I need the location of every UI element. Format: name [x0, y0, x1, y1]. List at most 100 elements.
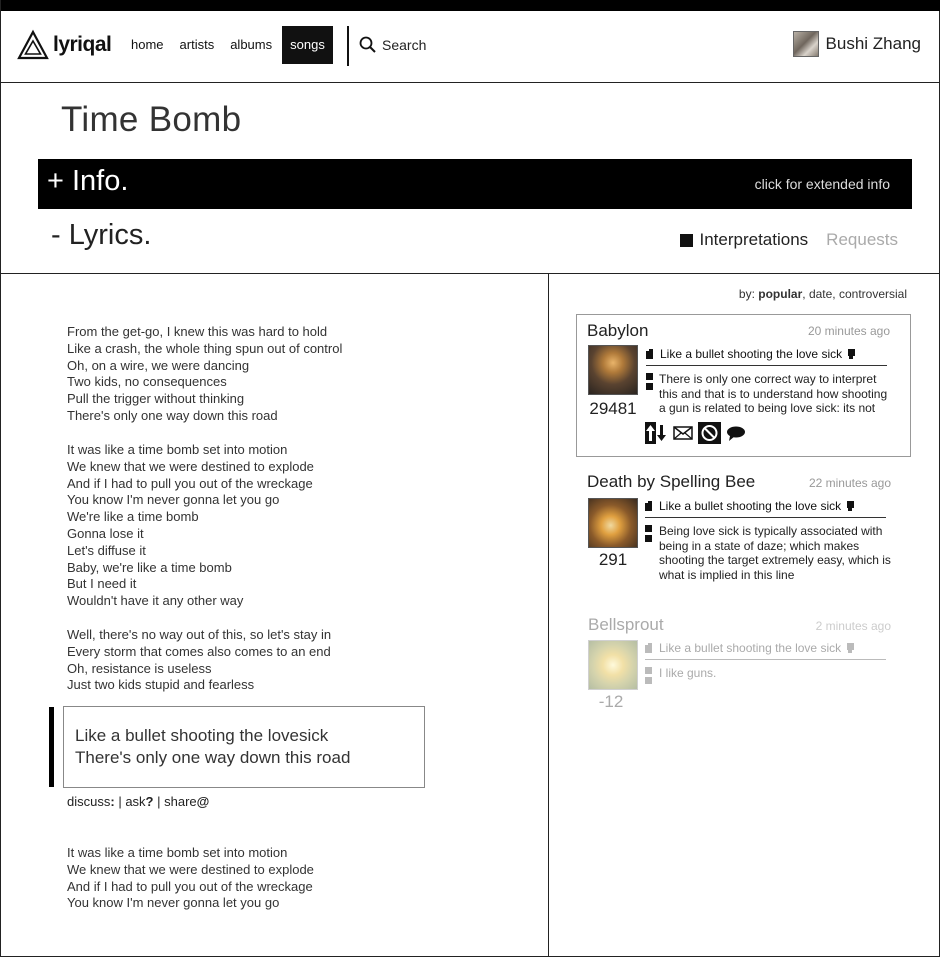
lyric-line[interactable]: Let's diffuse it [67, 543, 487, 560]
highlighted-lyric[interactable]: Like a bullet shooting the lovesick Ther… [63, 706, 425, 788]
interpretation-card[interactable]: Bellsprout 2 minutes ago -12 Like a bull… [576, 610, 911, 720]
lyric-line[interactable]: Well, there's no way out of this, so let… [67, 627, 487, 644]
ask-label: ask [125, 794, 146, 809]
logo[interactable]: lyriqal [17, 28, 112, 62]
quote-text: Like a bullet shooting the love sick [660, 347, 843, 361]
lyric-line[interactable]: Baby, we're like a time bomb [67, 560, 487, 577]
vote-score: -12 [598, 692, 624, 711]
comment-button[interactable] [726, 425, 746, 441]
lyrics-heading[interactable]: - Lyrics. [51, 219, 151, 252]
info-hint: click for extended info [754, 176, 890, 192]
lyrics-stanza-2: It was like a time bomb set into motion … [67, 442, 487, 610]
page: lyriqal home artists albums songs Search… [0, 0, 940, 957]
avatar [792, 31, 819, 57]
lyric-line[interactable]: You know I'm never gonna let you go [67, 895, 487, 912]
lyric-line[interactable]: There's only one way down this road [67, 408, 487, 425]
interpretation-body: There is only one correct way to interpr… [659, 372, 888, 415]
nav-links: home artists albums songs [123, 26, 333, 64]
nav-divider [347, 26, 349, 66]
interpretation-time: 20 minutes ago [807, 324, 890, 338]
section-divider [1, 273, 940, 274]
user-thumbnail [588, 345, 638, 395]
quote-open-icon [646, 349, 653, 359]
lyric-line[interactable]: Like a crash, the whole thing spun out o… [67, 341, 487, 358]
report-button[interactable] [698, 422, 721, 444]
discuss-link[interactable]: discuss: [67, 794, 115, 809]
nav-songs[interactable]: songs [282, 26, 333, 64]
column-divider [548, 273, 549, 957]
lyric-line[interactable]: It was like a time bomb set into motion [67, 845, 487, 862]
quote-close-icon [847, 643, 855, 653]
vote-score: 291 [598, 550, 628, 569]
discuss-bar: discuss: | ask? | share@ [67, 794, 210, 809]
lyric-line[interactable]: It was like a time bomb set into motion [67, 442, 487, 459]
tab-interpretations[interactable]: Interpretations [680, 230, 808, 250]
highlight-line: There's only one way down this road [75, 748, 351, 767]
lyric-line[interactable]: Oh, resistance is useless [67, 661, 487, 678]
lyric-line[interactable]: From the get-go, I knew this was hard to… [67, 324, 487, 341]
lyric-line[interactable]: You know I'm never gonna let you go [67, 492, 487, 509]
interpretation-time: 22 minutes ago [808, 476, 891, 490]
quote-underline [645, 659, 886, 660]
quoted-line: Like a bullet shooting the love sick [645, 499, 855, 513]
user-thumbnail [588, 640, 638, 690]
vote-button[interactable] [645, 422, 668, 444]
lyric-line[interactable]: Oh, on a wire, we were dancing [67, 358, 487, 375]
user-thumbnail [588, 498, 638, 548]
body-marks [645, 667, 652, 687]
quote-underline [645, 517, 886, 518]
interpretation-body: I like guns. [659, 666, 717, 680]
interpretation-body: Being love sick is typically associated … [659, 524, 891, 582]
vote-score: 29481 [589, 399, 637, 418]
message-button[interactable] [673, 425, 693, 441]
sort-options: by: popular, date, controversial [738, 287, 907, 301]
sort-prefix: by: [738, 287, 755, 301]
search-button[interactable]: Search [359, 36, 426, 53]
info-expander[interactable]: + Info. click for extended info [38, 159, 912, 209]
lyric-line[interactable]: Just two kids stupid and fearless [67, 677, 487, 694]
user-menu[interactable]: Bushi Zhang [792, 31, 921, 57]
block-icon [698, 422, 721, 444]
interpretation-user[interactable]: Babylon [587, 321, 648, 341]
sort-date[interactable]: date [809, 287, 832, 301]
nav-albums[interactable]: albums [222, 26, 280, 64]
lyric-line[interactable]: Every storm that comes also comes to an … [67, 644, 487, 661]
nav-home[interactable]: home [123, 26, 172, 64]
sort-controversial[interactable]: controversial [839, 287, 907, 301]
quote-text: Like a bullet shooting the love sick [659, 641, 842, 655]
lyric-line[interactable]: Two kids, no consequences [67, 374, 487, 391]
song-title: Time Bomb [61, 100, 242, 139]
card-actions [645, 422, 751, 444]
interpretation-user[interactable]: Bellsprout [588, 615, 664, 635]
interpretation-time: 2 minutes ago [815, 619, 891, 633]
active-square-icon [680, 233, 694, 247]
tab-requests-label: Requests [826, 230, 898, 249]
search-label: Search [382, 36, 427, 53]
quote-underline [646, 365, 887, 366]
lyric-line[interactable]: Wouldn't have it any other way [67, 593, 487, 610]
lyric-line[interactable]: We knew that we were destined to explode [67, 459, 487, 476]
sort-popular[interactable]: popular [758, 287, 802, 301]
interpretation-card[interactable]: Death by Spelling Bee 22 minutes ago 291… [576, 467, 911, 597]
logo-triangle-icon [17, 29, 49, 60]
lyric-line[interactable]: Gonna lose it [67, 526, 487, 543]
quote-open-icon [645, 501, 652, 511]
lyric-line[interactable]: But I need it [67, 576, 487, 593]
lyric-line[interactable]: And if I had to pull you out of the wrec… [67, 476, 487, 493]
interpretation-user[interactable]: Death by Spelling Bee [587, 472, 755, 492]
lyric-line[interactable]: And if I had to pull you out of the wrec… [67, 879, 487, 896]
ask-link[interactable]: ask? [125, 794, 153, 809]
tab-requests[interactable]: Requests [826, 230, 898, 250]
interpretation-card[interactable]: Babylon 20 minutes ago 29481 Like a bull… [576, 314, 911, 457]
share-label: share [164, 794, 197, 809]
user-name: Bushi Zhang [825, 34, 921, 53]
lyric-line[interactable]: We're like a time bomb [67, 509, 487, 526]
lyric-line[interactable]: Pull the trigger without thinking [67, 391, 487, 408]
speech-bubble-icon [727, 426, 745, 441]
share-link[interactable]: share@ [164, 794, 209, 809]
quote-open-icon [645, 643, 652, 653]
lyrics-tabs: Interpretations Requests [680, 230, 898, 250]
lyric-line[interactable]: We knew that we were destined to explode [67, 862, 487, 879]
navbar: lyriqal home artists albums songs Search… [1, 11, 940, 83]
nav-artists[interactable]: artists [172, 26, 223, 64]
